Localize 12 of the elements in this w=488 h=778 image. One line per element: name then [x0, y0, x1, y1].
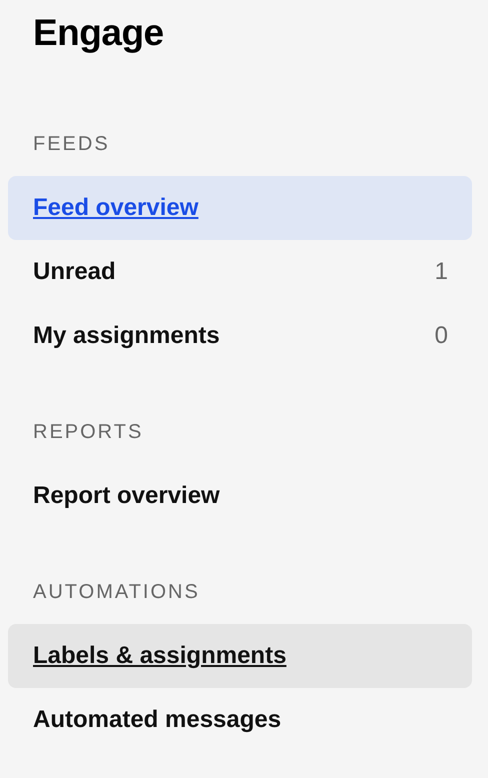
section-heading: REPORTS: [33, 420, 144, 445]
nav-item[interactable]: Unread 1: [8, 240, 472, 304]
nav-item[interactable]: Feed overview: [8, 176, 472, 240]
nav-item[interactable]: Labels & assignments: [8, 624, 472, 688]
page-title: Engage: [33, 11, 165, 55]
nav-item[interactable]: My assignments 0: [8, 304, 472, 368]
item-count: 0: [434, 322, 448, 350]
nav-item[interactable]: Automated messages: [8, 688, 472, 752]
section-heading: AUTOMATIONS: [33, 580, 201, 605]
section-heading: FEEDS: [33, 132, 111, 157]
item-count: 1: [434, 258, 448, 286]
nav-item[interactable]: Report overview: [8, 464, 472, 528]
